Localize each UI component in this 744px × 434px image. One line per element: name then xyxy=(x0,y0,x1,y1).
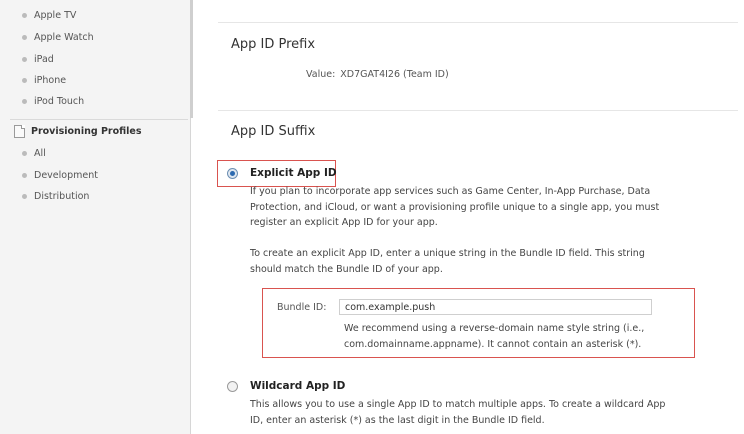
text-line: Protection, and iCloud, or want a provis… xyxy=(250,201,660,213)
sidebar-section-provisioning-profiles[interactable]: Provisioning Profiles xyxy=(14,125,142,138)
sidebar-item-iphone[interactable]: iPhone xyxy=(22,73,66,87)
sidebar-item-development[interactable]: Development xyxy=(22,168,98,182)
text-line: com.domainname.appname). It cannot conta… xyxy=(344,338,642,350)
divider xyxy=(218,22,738,23)
text-line: register an explicit App ID for your app… xyxy=(250,217,438,228)
main-content: App ID Prefix Value: XD7GAT4I26 (Team ID)… xyxy=(193,0,744,434)
sidebar-section-title: Provisioning Profiles xyxy=(31,126,142,137)
app-id-suffix-heading: App ID Suffix xyxy=(231,124,316,139)
sidebar-item-apple-watch[interactable]: Apple Watch xyxy=(22,30,94,44)
bullet-icon xyxy=(22,12,27,18)
wildcard-app-id-title[interactable]: Wildcard App ID xyxy=(250,380,345,392)
explicit-create-instructions: To create an explicit App ID, enter a un… xyxy=(250,246,645,277)
divider xyxy=(218,110,738,111)
sidebar-item-label: All xyxy=(34,147,46,159)
text-line: To create an explicit App ID, enter a un… xyxy=(250,248,645,259)
sidebar-item-distribution[interactable]: Distribution xyxy=(22,189,89,203)
sidebar-item-label: Distribution xyxy=(34,190,90,202)
sidebar-item-ipod-touch[interactable]: iPod Touch xyxy=(22,94,84,108)
text-line: If you plan to incorporate app services … xyxy=(250,186,651,197)
bullet-icon xyxy=(22,56,27,62)
sidebar-item-label: Development xyxy=(34,169,98,181)
wildcard-description: This allows you to use a single App ID t… xyxy=(250,397,665,428)
bundle-id-label: Bundle ID: xyxy=(277,302,327,313)
sidebar-item-label: iPod Touch xyxy=(34,95,85,107)
document-icon xyxy=(14,125,25,138)
text-line: We recommend using a reverse-domain name… xyxy=(344,323,645,334)
sidebar-item-label: iPhone xyxy=(34,74,67,86)
prefix-value: XD7GAT4I26 (Team ID) xyxy=(340,69,449,80)
bullet-icon xyxy=(22,34,27,40)
bullet-icon xyxy=(22,193,27,199)
sidebar-item-label: Apple TV xyxy=(34,9,77,21)
prefix-value-row: Value: XD7GAT4I26 (Team ID) xyxy=(306,69,449,80)
sidebar-item-ipad[interactable]: iPad xyxy=(22,52,54,66)
explicit-description: If you plan to incorporate app services … xyxy=(250,184,659,231)
sidebar-item-label: iPad xyxy=(34,53,54,65)
app-id-prefix-heading: App ID Prefix xyxy=(231,37,316,52)
wildcard-app-id-radio[interactable] xyxy=(227,381,238,392)
bullet-icon xyxy=(22,150,27,156)
bullet-icon xyxy=(22,77,27,83)
sidebar-item-apple-tv[interactable]: Apple TV xyxy=(22,8,76,22)
prefix-value-label: Value: xyxy=(306,69,336,80)
sidebar-divider xyxy=(10,119,188,120)
text-line: ID, enter an asterisk (*) as the last di… xyxy=(250,414,545,426)
bundle-id-input[interactable] xyxy=(339,299,652,315)
text-line: should match the Bundle ID of your app. xyxy=(250,263,443,275)
bundle-id-help: We recommend using a reverse-domain name… xyxy=(344,321,664,352)
bullet-icon xyxy=(22,98,27,104)
sidebar-item-label: Apple Watch xyxy=(34,31,94,43)
text-line: This allows you to use a single App ID t… xyxy=(250,399,666,410)
bullet-icon xyxy=(22,172,27,178)
sidebar: Apple TV Apple Watch iPad iPhone iPod To… xyxy=(0,0,191,434)
explicit-app-id-title[interactable]: Explicit App ID xyxy=(250,167,337,179)
sidebar-item-all[interactable]: All xyxy=(22,146,46,160)
explicit-app-id-radio[interactable] xyxy=(227,168,238,179)
